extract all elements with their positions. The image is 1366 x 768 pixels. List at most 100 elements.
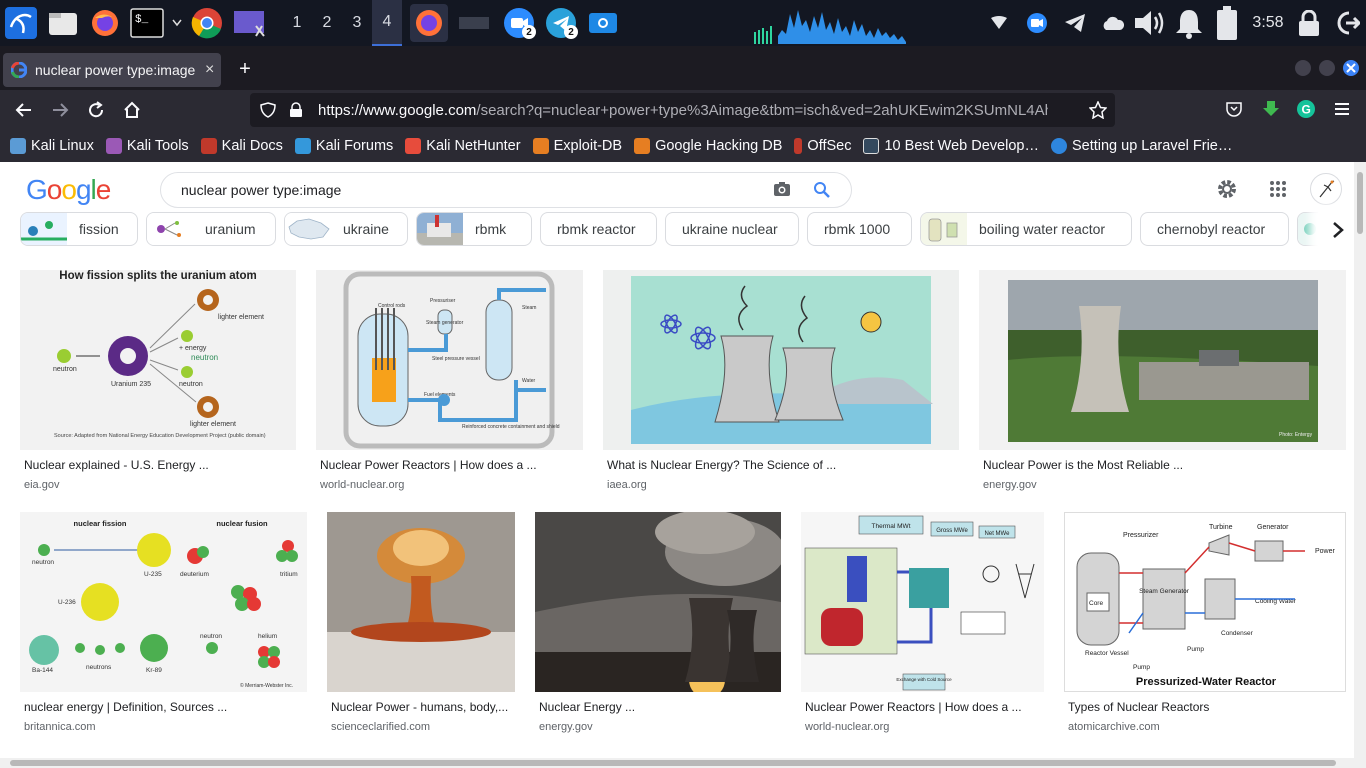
scrollbar-thumb[interactable] <box>10 760 1336 766</box>
chip-boiling-water-reactor[interactable]: boiling water reactor <box>920 212 1132 246</box>
result-image[interactable]: Thermal MWt Gross MWe Net MWe Exchange w… <box>801 512 1044 692</box>
search-input[interactable] <box>181 182 761 198</box>
close-tab-icon[interactable]: × <box>205 61 214 79</box>
clock[interactable]: 3:58 <box>1246 14 1290 32</box>
bookmark-star-icon[interactable] <box>1089 101 1107 119</box>
chip-chernobyl-reactor[interactable]: chernobyl reactor <box>1140 212 1289 246</box>
maximize-button[interactable] <box>1319 60 1335 76</box>
workspace-2[interactable]: 2 <box>312 0 342 46</box>
result-source[interactable]: atomicarchive.com <box>1068 721 1160 733</box>
image-result[interactable]: How fission splits the uranium atom ligh… <box>20 270 296 500</box>
bookmark-kali-tools[interactable]: Kali Tools <box>105 138 189 154</box>
image-result[interactable]: Thermal MWt Gross MWe Net MWe Exchange w… <box>801 512 1044 742</box>
result-title[interactable]: nuclear energy | Definition, Sources ... <box>24 700 306 714</box>
chip-fission[interactable]: fission <box>20 212 138 246</box>
notification-bell-icon[interactable] <box>1170 0 1208 46</box>
image-result[interactable]: Nuclear Power - humans, body,... science… <box>327 512 515 742</box>
bookmark-offsec[interactable]: OffSec <box>794 138 851 154</box>
screenshot-tool-icon[interactable] <box>230 4 268 42</box>
camera-icon[interactable] <box>773 181 791 202</box>
chip-rbmk[interactable]: rbmk <box>416 212 532 246</box>
chip-ukraine[interactable]: ukraine <box>284 212 408 246</box>
tab-active[interactable]: nuclear power type:image × <box>3 53 221 87</box>
bookmark-google-hacking-db[interactable]: Google Hacking DB <box>634 138 782 154</box>
horizontal-scrollbar[interactable] <box>0 758 1354 768</box>
chevron-right-icon[interactable] <box>1318 206 1354 254</box>
search-icon[interactable] <box>813 181 831 204</box>
workspace-3[interactable]: 3 <box>342 0 372 46</box>
cloud-icon[interactable] <box>1094 0 1132 46</box>
file-manager-icon[interactable] <box>44 4 82 42</box>
image-result[interactable]: Control rods Pressuriser Steam generator… <box>316 270 583 500</box>
minimize-button[interactable] <box>1295 60 1311 76</box>
download-icon[interactable] <box>1262 100 1280 123</box>
chip-ukraine-nuclear[interactable]: ukraine nuclear <box>665 212 799 246</box>
apps-grid-icon[interactable] <box>1265 176 1291 202</box>
result-title[interactable]: Types of Nuclear Reactors <box>1068 700 1344 714</box>
pocket-icon[interactable] <box>1225 100 1243 123</box>
zoom-tray-icon[interactable] <box>1018 0 1056 46</box>
result-source[interactable]: world-nuclear.org <box>805 721 889 733</box>
volume-icon[interactable] <box>1132 0 1170 46</box>
home-button[interactable] <box>114 92 150 128</box>
bookmark-kali-forums[interactable]: Kali Forums <box>294 138 393 154</box>
bookmark-kali-docs[interactable]: Kali Docs <box>200 138 283 154</box>
wifi-icon[interactable] <box>980 0 1018 46</box>
result-image[interactable]: Pressurizer Turbine Generator Power Stea… <box>1064 512 1346 692</box>
result-source[interactable]: iaea.org <box>607 479 647 491</box>
result-image[interactable] <box>535 512 781 692</box>
url-text[interactable]: https://www.google.com/search?q=nuclear+… <box>318 102 1048 119</box>
terminal-icon[interactable]: $_ <box>128 4 166 42</box>
result-title[interactable]: Nuclear Power is the Most Reliable ... <box>983 458 1343 472</box>
address-bar[interactable]: https://www.google.com/search?q=nuclear+… <box>250 93 1115 127</box>
image-result[interactable]: nuclear fission nuclear fusion neutron U… <box>20 512 307 742</box>
search-box[interactable] <box>160 172 852 208</box>
firefox-window-icon[interactable] <box>410 4 448 42</box>
terminal-window-icon[interactable] <box>452 4 496 42</box>
workspace-4[interactable]: 4 <box>372 0 402 46</box>
bookmark-kali-nethunter[interactable]: Kali NetHunter <box>405 138 521 154</box>
result-title[interactable]: What is Nuclear Energy? The Science of .… <box>607 458 957 472</box>
result-image[interactable]: Photo: Entergy <box>979 270 1346 450</box>
result-image[interactable]: How fission splits the uranium atom ligh… <box>20 270 296 450</box>
result-title[interactable]: Nuclear Power Reactors | How does a ... <box>805 700 1043 714</box>
result-title[interactable]: Nuclear Energy ... <box>539 700 779 714</box>
grammarly-icon[interactable]: G <box>1297 100 1315 123</box>
chip-rbmk-reactor[interactable]: rbmk reactor <box>540 212 657 246</box>
shield-icon[interactable] <box>260 102 276 118</box>
firefox-icon[interactable] <box>86 4 124 42</box>
telegram-icon[interactable]: 2 <box>542 4 580 42</box>
scrollbar-thumb[interactable] <box>1357 172 1363 234</box>
settings-gear-icon[interactable] <box>1214 176 1240 202</box>
bookmark-web-develop[interactable]: 10 Best Web Develop… <box>863 138 1039 154</box>
google-logo[interactable]: Google <box>26 174 111 206</box>
chrome-icon[interactable] <box>188 4 226 42</box>
vertical-scrollbar[interactable] <box>1354 162 1366 768</box>
reload-button[interactable] <box>78 92 114 128</box>
bookmark-kali-linux[interactable]: Kali Linux <box>10 138 94 154</box>
lock-icon[interactable] <box>288 102 304 118</box>
telegram-tray-icon[interactable] <box>1056 0 1094 46</box>
back-button[interactable] <box>6 92 42 128</box>
forward-button[interactable] <box>42 92 78 128</box>
result-source[interactable]: energy.gov <box>983 479 1037 491</box>
result-image[interactable] <box>603 270 959 450</box>
result-title[interactable]: Nuclear Power Reactors | How does a ... <box>320 458 582 472</box>
workspace-1[interactable]: 1 <box>282 0 312 46</box>
menu-icon[interactable] <box>1334 102 1350 121</box>
result-title[interactable]: Nuclear Power - humans, body,... <box>331 700 513 714</box>
chip-rbmk-1000[interactable]: rbmk 1000 <box>807 212 912 246</box>
result-image[interactable]: Control rods Pressuriser Steam generator… <box>316 270 583 450</box>
result-source[interactable]: britannica.com <box>24 721 96 733</box>
image-result[interactable]: What is Nuclear Energy? The Science of .… <box>603 270 959 500</box>
image-result[interactable]: Pressurizer Turbine Generator Power Stea… <box>1064 512 1346 742</box>
result-image[interactable]: nuclear fission nuclear fusion neutron U… <box>20 512 307 692</box>
image-result[interactable]: Nuclear Energy ... energy.gov <box>535 512 781 742</box>
image-result[interactable]: Photo: Entergy Nuclear Power is the Most… <box>979 270 1346 500</box>
result-source[interactable]: energy.gov <box>539 721 593 733</box>
chip-uranium[interactable]: uranium <box>146 212 276 246</box>
result-source[interactable]: world-nuclear.org <box>320 479 404 491</box>
bookmark-laravel[interactable]: Setting up Laravel Frie… <box>1050 138 1232 154</box>
result-source[interactable]: eia.gov <box>24 479 59 491</box>
result-source[interactable]: scienceclarified.com <box>331 721 430 733</box>
